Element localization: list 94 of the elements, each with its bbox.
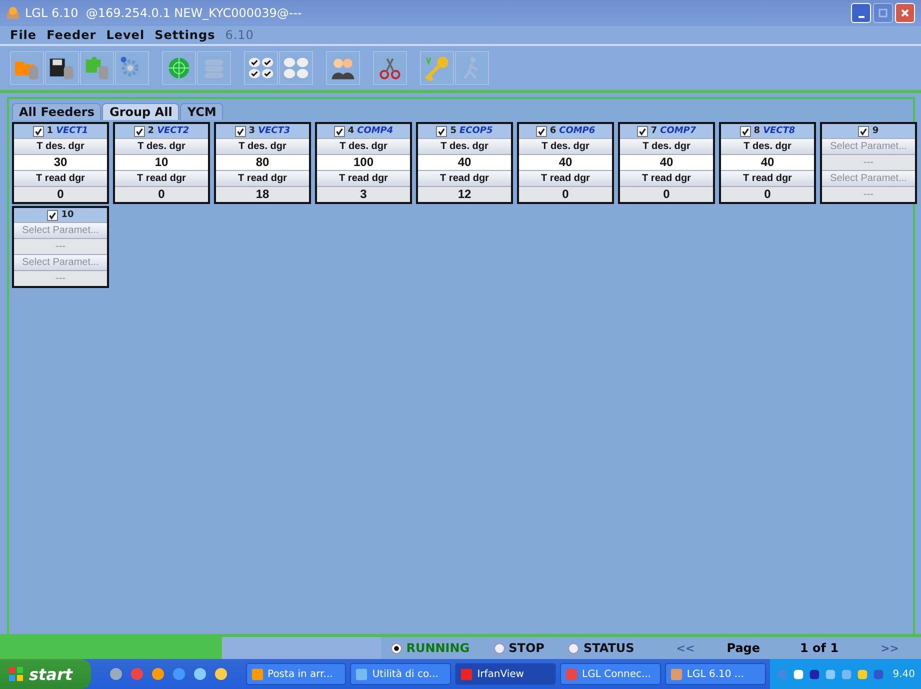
radio-button[interactable]: STOP xyxy=(494,641,544,655)
parameter-label: T des. dgr xyxy=(14,138,107,154)
feeder-number: 9 xyxy=(872,126,879,136)
checkbox[interactable] xyxy=(858,126,870,136)
radio-button[interactable]: STATUS xyxy=(568,641,634,655)
menu-item[interactable]: Feeder xyxy=(46,28,96,42)
parameter-label: T des. dgr xyxy=(115,138,208,154)
value-field[interactable]: 30 xyxy=(14,154,107,170)
parameter-label: T des. dgr xyxy=(519,138,612,154)
empty-value: --- xyxy=(14,270,107,286)
value-field[interactable]: 40 xyxy=(418,154,511,170)
clock: 9.40 xyxy=(892,668,915,680)
close-icon xyxy=(900,8,910,18)
maximize-icon xyxy=(878,8,888,18)
reading-value: 0 xyxy=(721,186,814,202)
value-field[interactable]: 80 xyxy=(216,154,309,170)
checkbox[interactable] xyxy=(134,126,145,136)
checkbox[interactable] xyxy=(436,126,448,136)
close-button[interactable] xyxy=(895,3,915,23)
feeder-name: ECOP5 xyxy=(460,126,493,136)
page-label: Page xyxy=(726,641,762,655)
menu-item[interactable]: Settings xyxy=(154,28,216,42)
parameter-label: T des. dgr xyxy=(721,138,814,154)
minimize-icon xyxy=(858,16,864,18)
feeder-name: VECT1 xyxy=(56,126,88,136)
checkbox[interactable] xyxy=(47,210,58,220)
reading-value: 0 xyxy=(115,186,208,202)
value-field[interactable]: 10 xyxy=(115,154,208,170)
feeder-number: 5 xyxy=(450,126,456,136)
tab[interactable]: Group All xyxy=(102,103,180,120)
checkbox[interactable] xyxy=(234,126,246,136)
taskbar-button[interactable]: IrfanView xyxy=(455,663,556,685)
reading-value: 0 xyxy=(14,186,107,202)
toolbar-button[interactable] xyxy=(244,51,278,85)
feeder-name: COMP7 xyxy=(660,126,696,136)
reading-value: 12 xyxy=(418,186,511,202)
parameter-label: T des. dgr xyxy=(620,138,713,154)
feeder-number: 10 xyxy=(61,210,74,220)
reading-value: 0 xyxy=(519,186,612,202)
feeder-name: VECT8 xyxy=(763,126,796,136)
feeder-number: 6 xyxy=(550,126,556,136)
parameter-label: T read dgr xyxy=(216,170,309,186)
taskbar-button[interactable]: Utilità di co... xyxy=(350,663,452,685)
reading-value: 0 xyxy=(620,186,713,202)
toolbar-button[interactable] xyxy=(326,51,360,85)
value-field[interactable]: 40 xyxy=(721,154,814,170)
menu-item[interactable]: Level xyxy=(106,28,145,42)
feeder-name: VECT3 xyxy=(258,126,290,136)
windows-logo-icon xyxy=(8,666,24,682)
reading-value: 3 xyxy=(317,186,410,202)
feeder-number: 2 xyxy=(148,126,154,136)
feeder-name: VECT2 xyxy=(157,126,190,136)
value-field[interactable]: 40 xyxy=(519,154,612,170)
parameter-label: T read dgr xyxy=(317,170,410,186)
toolbar-button[interactable] xyxy=(45,51,79,85)
reading-value: 18 xyxy=(216,186,309,202)
menu-item[interactable]: File xyxy=(10,28,37,42)
feeder-number: 8 xyxy=(754,126,760,136)
checkbox[interactable] xyxy=(334,126,345,136)
feeder-number: 3 xyxy=(248,126,256,136)
parameter-label: T read dgr xyxy=(14,170,107,186)
parameter-label: T read dgr xyxy=(115,170,208,186)
parameter-label: T read dgr xyxy=(620,170,713,186)
empty-value: --- xyxy=(822,186,915,202)
checkbox[interactable] xyxy=(32,126,44,136)
feeder-name: COMP4 xyxy=(357,126,394,136)
checkbox[interactable] xyxy=(740,126,751,136)
checkbox[interactable] xyxy=(636,126,648,136)
taskbar-button[interactable]: Posta in arr... xyxy=(246,663,346,685)
parameter-label: T des. dgr xyxy=(418,138,511,154)
taskbar-button[interactable]: LGL 6.10 ... xyxy=(664,663,766,685)
feeder-name: COMP6 xyxy=(559,126,596,136)
parameter-label: T des. dgr xyxy=(216,138,309,154)
puzzle-database-icon xyxy=(83,54,111,82)
minimize-button[interactable] xyxy=(851,3,871,23)
parameter-label: T des. dgr xyxy=(317,138,410,154)
tab[interactable]: All Feeders xyxy=(12,103,102,120)
empty-value: --- xyxy=(822,154,915,170)
parameter-label: T read dgr xyxy=(519,170,612,186)
feeder-number: 1 xyxy=(46,126,54,136)
value-field[interactable]: 100 xyxy=(317,154,410,170)
feeder-number: 7 xyxy=(650,126,658,136)
value-field[interactable]: 40 xyxy=(620,154,713,170)
taskbar-button[interactable]: LGL Connec... xyxy=(560,663,661,685)
feeder-number: 4 xyxy=(348,126,354,136)
window-title: LGL 6.10 @169.254.0.1 NEW_KYC000039@--- xyxy=(25,6,303,20)
empty-value: --- xyxy=(14,238,107,254)
parameter-label: T read dgr xyxy=(721,170,814,186)
key-icon xyxy=(423,54,451,82)
checkbox[interactable] xyxy=(536,126,547,136)
start-button[interactable]: start xyxy=(0,659,91,689)
parameter-label: T read dgr xyxy=(418,170,511,186)
tab[interactable]: YCM xyxy=(180,103,224,120)
page-indicator: 1 of 1 xyxy=(800,641,839,655)
